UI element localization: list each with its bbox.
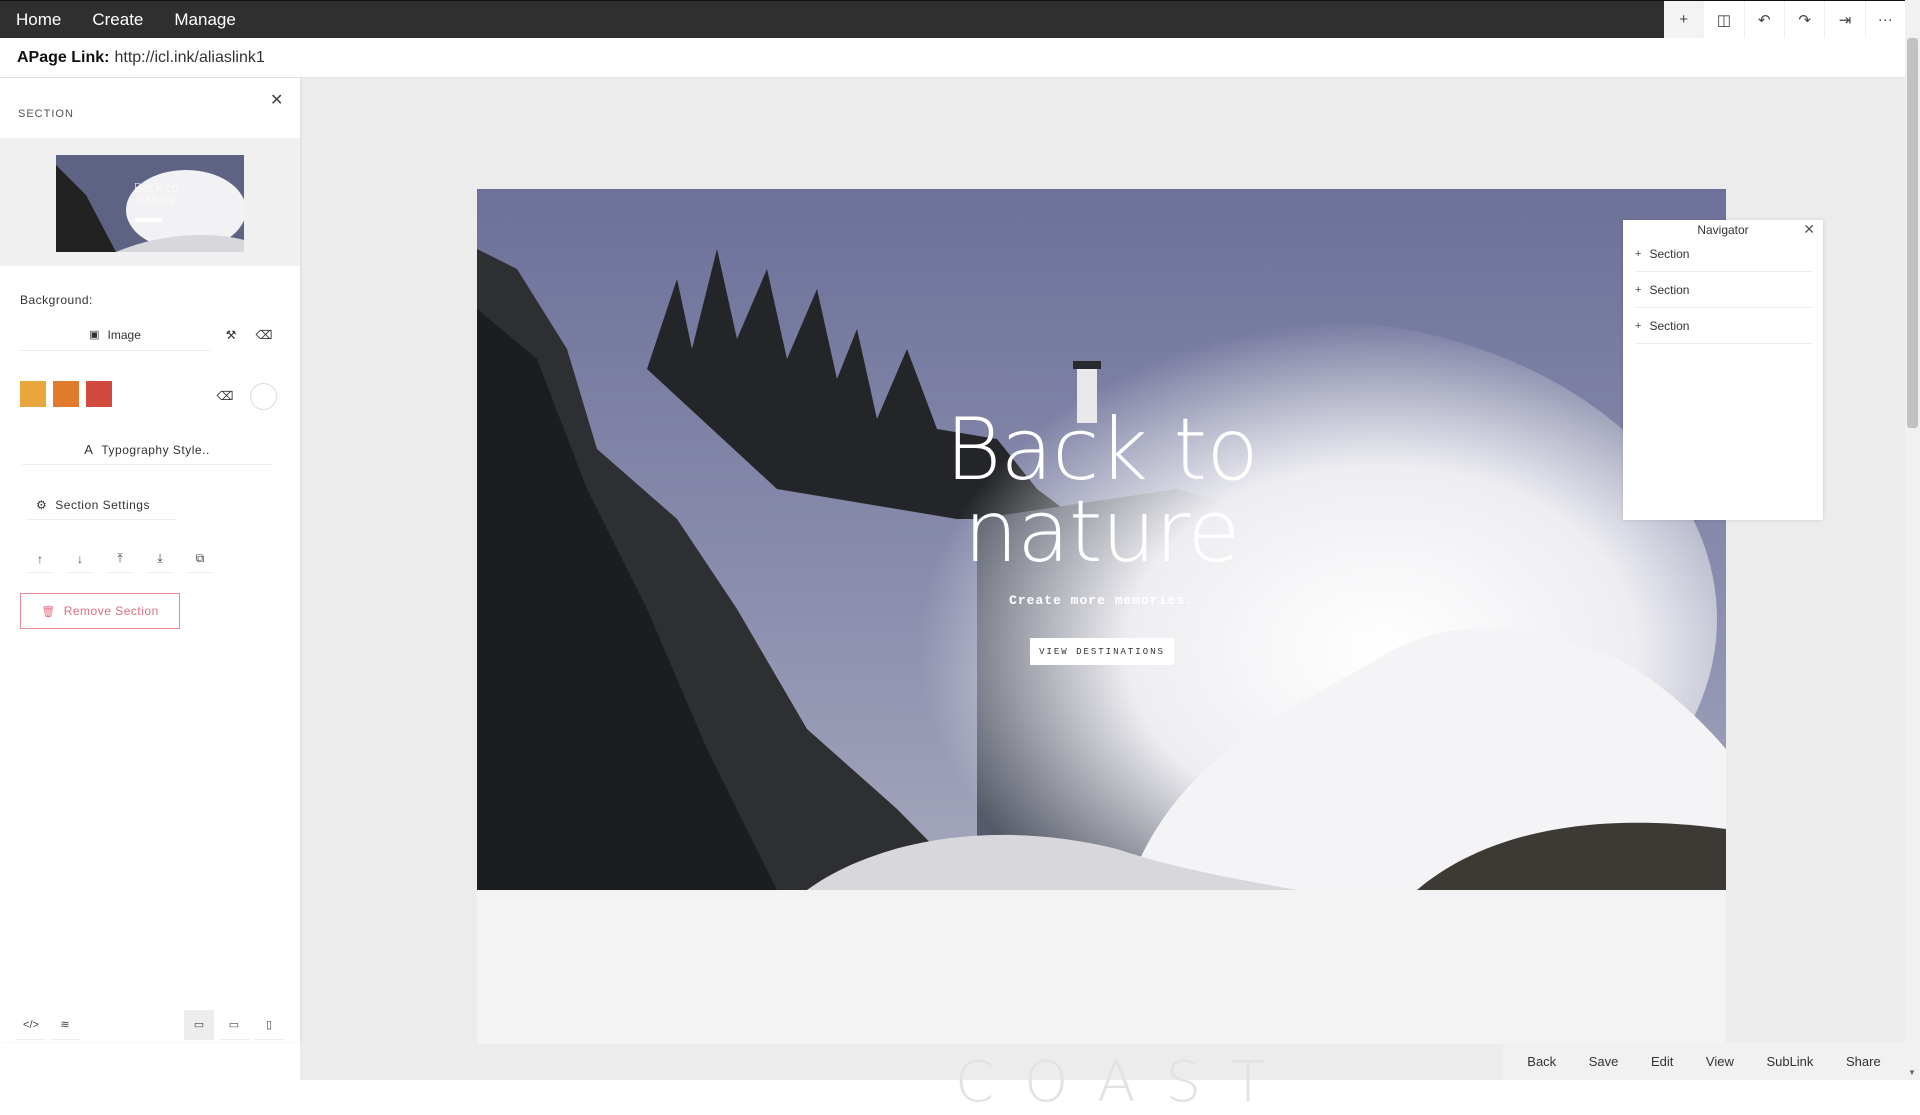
background-image-button[interactable]: ▣ Image xyxy=(20,319,210,351)
section-preview-area: Back to nature xyxy=(0,138,300,266)
share-button[interactable]: Share xyxy=(1846,1054,1881,1069)
page-link-label: APage Link: xyxy=(17,48,110,66)
bottom-action-bar: Back Save Edit View SubLink Share xyxy=(1503,1042,1905,1080)
color-swatch-orange[interactable] xyxy=(53,381,79,407)
sublink-button[interactable]: SubLink xyxy=(1766,1054,1813,1069)
move-up-icon[interactable]: ↑ xyxy=(26,545,54,573)
background-image-label: Image xyxy=(107,327,141,342)
section-settings-button[interactable]: ⚙ Section Settings xyxy=(26,490,176,520)
section-preview-thumbnail[interactable]: Back to nature xyxy=(56,155,244,252)
layers-icon[interactable]: ≋ xyxy=(50,1010,80,1040)
typography-style-label: Typography Style.. xyxy=(101,442,210,457)
duplicate-icon[interactable]: ⧉ xyxy=(186,545,214,573)
nav-create[interactable]: Create xyxy=(92,10,143,30)
font-icon: A xyxy=(84,442,94,457)
hero-title[interactable]: Back to nature xyxy=(477,400,1726,582)
move-bottom-icon[interactable]: ⤓ xyxy=(146,545,174,573)
hero-subtitle[interactable]: Create more memories. xyxy=(477,593,1726,608)
back-button[interactable]: Back xyxy=(1527,1054,1556,1069)
typography-style-button[interactable]: A Typography Style.. xyxy=(22,435,272,465)
section-settings-panel: SECTION ✕ Back to nature Background: ▣ I… xyxy=(0,78,300,1042)
expand-icon[interactable]: + xyxy=(1635,284,1641,296)
undo-icon[interactable]: ↶ xyxy=(1745,1,1785,38)
next-section-heading: COAST xyxy=(955,1050,1296,1115)
add-icon[interactable]: + xyxy=(1664,1,1705,38)
panel-title: SECTION xyxy=(18,108,74,120)
nav-home[interactable]: Home xyxy=(16,10,61,30)
navigator-item-section[interactable]: + Section xyxy=(1635,236,1813,272)
hero-title-line2: nature xyxy=(963,482,1241,582)
nav-manage[interactable]: Manage xyxy=(174,10,235,30)
editor-toolbar: + ◫ ↶ ↷ ⇥ ··· xyxy=(1664,1,1905,39)
scrollbar-thumb[interactable] xyxy=(1907,38,1918,428)
import-icon[interactable]: ⇥ xyxy=(1825,1,1866,38)
close-icon[interactable]: ✕ xyxy=(270,90,283,110)
redo-icon[interactable]: ↷ xyxy=(1785,1,1826,38)
hero-section[interactable]: Back to nature Create more memories. VIE… xyxy=(477,189,1726,890)
page-link-bar: APage Link: http://icl.ink/aliaslink1 xyxy=(0,38,1905,78)
trash-icon: 🗑 xyxy=(41,605,56,618)
view-destinations-button[interactable]: VIEW DESTINATIONS xyxy=(1030,638,1174,665)
page-link-url[interactable]: http://icl.ink/aliaslink1 xyxy=(114,49,264,67)
hero-title-line1: Back to xyxy=(945,400,1259,500)
top-bar: Home Create Manage + ◫ ↶ ↷ ⇥ ··· xyxy=(0,0,1920,39)
image-icon: ▣ xyxy=(89,329,100,341)
tablet-view-icon[interactable]: ▭ xyxy=(219,1010,249,1040)
expand-icon[interactable]: + xyxy=(1635,320,1641,332)
eraser-icon[interactable]: ⌫ xyxy=(253,324,275,346)
move-down-icon[interactable]: ↓ xyxy=(66,545,94,573)
navigator-item-label: Section xyxy=(1649,282,1690,297)
main-nav: Home Create Manage xyxy=(0,1,236,39)
color-picker[interactable] xyxy=(250,383,277,410)
navigator-title: Navigator xyxy=(1697,223,1749,237)
navigator-item-label: Section xyxy=(1649,318,1690,333)
more-icon[interactable]: ··· xyxy=(1866,1,1905,38)
expand-icon[interactable]: + xyxy=(1635,248,1641,260)
color-swatch-yellow[interactable] xyxy=(20,381,46,407)
navigator-item-label: Section xyxy=(1649,246,1690,261)
page-scrollbar[interactable]: ▼ xyxy=(1905,0,1920,1080)
view-button[interactable]: View xyxy=(1706,1054,1734,1069)
eraser-icon[interactable]: ⌫ xyxy=(214,385,236,407)
remove-section-button[interactable]: 🗑 Remove Section xyxy=(20,593,180,629)
move-top-icon[interactable]: ⤒ xyxy=(106,545,134,573)
background-label: Background: xyxy=(20,293,93,307)
navigator-panel: Navigator ✕ + Section + Section + Sectio… xyxy=(1623,220,1823,520)
navigator-list: + Section + Section + Section xyxy=(1635,236,1813,344)
next-section[interactable] xyxy=(477,890,1726,1044)
scroll-down-icon[interactable]: ▼ xyxy=(1908,1068,1916,1077)
code-icon[interactable]: </> xyxy=(16,1010,46,1040)
panel-header: SECTION ✕ xyxy=(0,78,300,138)
edit-button[interactable]: Edit xyxy=(1651,1054,1673,1069)
section-settings-label: Section Settings xyxy=(55,497,150,512)
gear-icon: ⚙ xyxy=(36,497,48,512)
mobile-view-icon[interactable]: ▯ xyxy=(254,1010,284,1040)
save-button[interactable]: Save xyxy=(1589,1054,1619,1069)
navigator-item-section[interactable]: + Section xyxy=(1635,272,1813,308)
navigator-item-section[interactable]: + Section xyxy=(1635,308,1813,344)
panel-footer: </> ≋ ▭ ▭ ▯ xyxy=(0,1006,300,1042)
desktop-view-icon[interactable]: ▭ xyxy=(184,1010,214,1040)
color-swatch-red[interactable] xyxy=(86,381,112,407)
wrench-icon[interactable]: ⚒ xyxy=(220,324,242,346)
thumbnail-button xyxy=(135,218,162,222)
remove-section-label: Remove Section xyxy=(63,604,159,618)
thumbnail-title: Back to nature xyxy=(133,181,179,207)
sidebar-toggle-icon[interactable]: ◫ xyxy=(1704,1,1745,38)
